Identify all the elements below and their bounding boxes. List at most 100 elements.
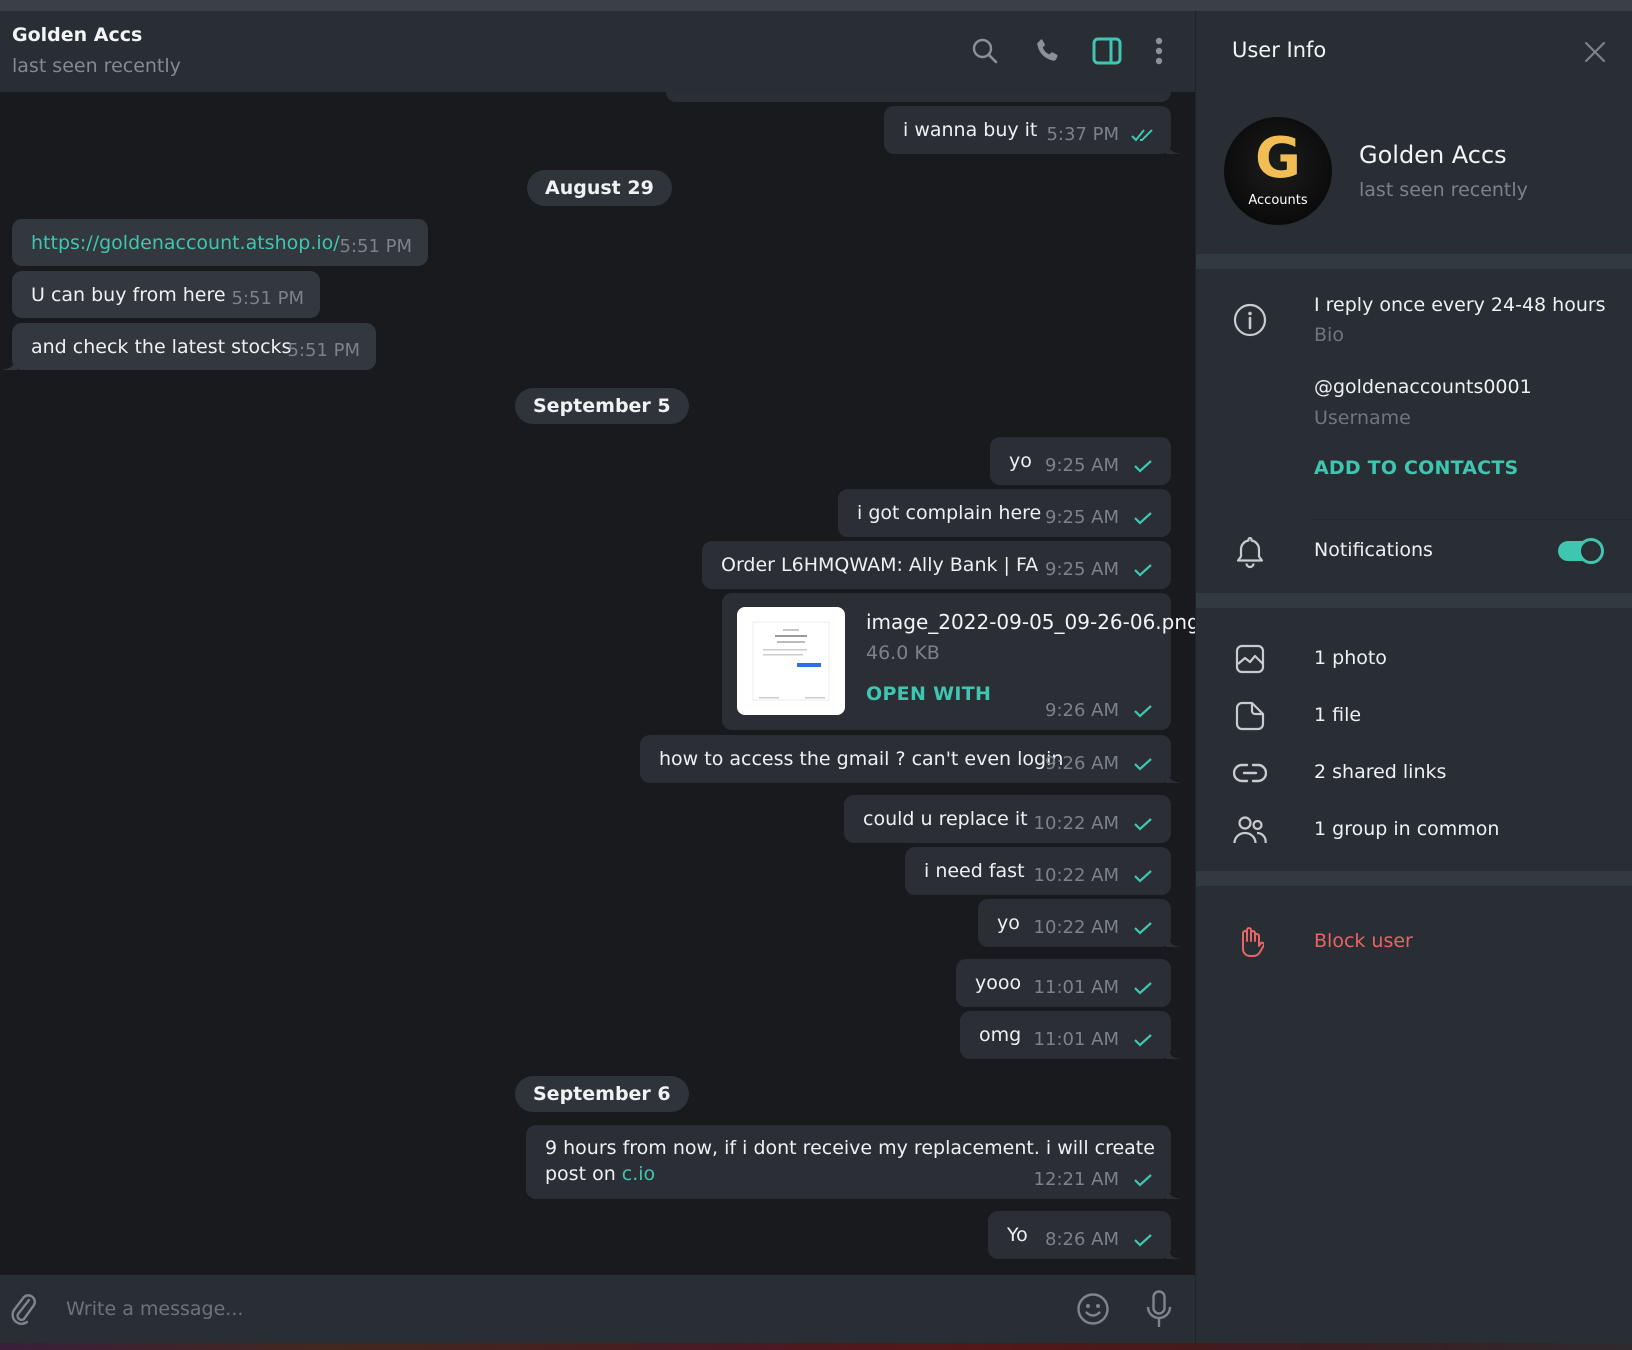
check-icon <box>1134 1234 1152 1247</box>
message-time: 5:37 PM <box>1046 124 1119 145</box>
shared-photos-row[interactable]: 1 photo <box>1196 631 1632 687</box>
avatar[interactable]: G Accounts <box>1224 117 1332 225</box>
message-bubble[interactable]: and check the latest stocks 5:51 PM <box>3 323 376 370</box>
message-bubble[interactable]: yo 10:22 AM <box>978 899 1180 947</box>
message-link[interactable]: https://goldenaccount.atshop.io/ <box>31 230 340 256</box>
attach-button[interactable] <box>6 1291 42 1327</box>
block-user-button[interactable]: Block user <box>1196 914 1632 970</box>
photo-icon <box>1235 644 1265 674</box>
message-time: 10:22 AM <box>1033 917 1119 938</box>
message-text: yo <box>1009 450 1032 472</box>
message-bubble[interactable]: i need fast 10:22 AM <box>905 847 1171 895</box>
message-text: i got complain here <box>857 502 1042 524</box>
notifications-label: Notifications <box>1314 539 1433 561</box>
paperclip-icon <box>11 1294 36 1325</box>
open-with-button[interactable]: OPEN WITH <box>866 681 991 707</box>
chat-title[interactable]: Golden Accs <box>12 24 142 46</box>
message-text: yo <box>997 912 1020 934</box>
double-check-icon <box>1131 129 1153 142</box>
message-text: how to access the gmail ? can't even log… <box>659 748 1064 770</box>
message-bubble-partial <box>666 92 1171 102</box>
user-info-panel: User Info G Accounts Golden Accs last se… <box>1195 11 1632 1343</box>
avatar-caption: Accounts <box>1248 193 1308 208</box>
users-icon <box>1233 816 1267 844</box>
toggle-info-panel-button[interactable] <box>1090 34 1124 68</box>
chat-pane: Golden Accs last seen recently i wanna b… <box>0 11 1195 1343</box>
message-bubble[interactable]: yo 9:25 AM <box>990 437 1171 485</box>
close-icon <box>1584 41 1606 63</box>
message-bubble[interactable]: how to access the gmail ? can't even log… <box>640 735 1180 783</box>
message-time: 12:21 AM <box>1033 1169 1119 1190</box>
file-icon-wrap <box>1232 698 1268 734</box>
call-button[interactable] <box>1030 34 1064 68</box>
bell-icon-wrap <box>1232 534 1268 570</box>
message-list[interactable]: i wanna buy it 5:37 PM August 29 https:/… <box>0 92 1195 1275</box>
close-panel-button[interactable] <box>1580 37 1610 67</box>
message-time: 9:25 AM <box>1045 559 1119 580</box>
message-bubble[interactable]: could u replace it 10:22 AM <box>844 795 1171 843</box>
link-icon-wrap <box>1232 755 1268 791</box>
avatar-letter: G <box>1255 126 1301 191</box>
file-message-bubble[interactable]: image_2022-09-05_09-26-06.png 46.0 KB OP… <box>722 593 1195 730</box>
message-text: i wanna buy it <box>903 119 1038 141</box>
toggle-knob <box>1578 538 1604 564</box>
message-bubble[interactable]: U can buy from here 5:51 PM <box>12 271 320 318</box>
date-separator: September 5 <box>515 388 689 424</box>
shared-files-label: 1 file <box>1314 704 1362 726</box>
message-time: 11:01 AM <box>1033 1029 1119 1050</box>
voice-message-button[interactable] <box>1141 1290 1177 1327</box>
shared-photos-label: 1 photo <box>1314 647 1387 669</box>
profile-status: last seen recently <box>1359 179 1528 201</box>
groups-in-common-label: 1 group in common <box>1314 818 1500 840</box>
check-icon <box>1134 870 1152 883</box>
profile-name: Golden Accs <box>1359 141 1507 169</box>
file-thumbnail[interactable] <box>737 607 845 715</box>
section-divider <box>1196 871 1632 886</box>
message-text: and check the latest stocks <box>31 336 292 358</box>
check-icon <box>1134 922 1152 935</box>
shared-links-row[interactable]: 2 shared links <box>1196 745 1632 801</box>
file-icon <box>1235 701 1265 731</box>
notifications-toggle[interactable] <box>1558 538 1604 564</box>
message-bubble[interactable]: Yo 8:26 AM <box>988 1211 1180 1259</box>
message-link[interactable]: c.io <box>622 1163 655 1185</box>
message-time: 10:22 AM <box>1033 813 1119 834</box>
message-bubble[interactable]: Order L6HMQWAM: Ally Bank | FA 9:25 AM <box>702 541 1171 589</box>
message-composer <box>0 1275 1195 1343</box>
message-time: 5:51 PM <box>339 236 412 257</box>
check-icon <box>1134 818 1152 831</box>
check-icon <box>1134 982 1152 995</box>
image-preview-icon <box>752 621 830 701</box>
message-time: 5:51 PM <box>287 340 360 361</box>
message-bubble[interactable]: i got complain here 9:25 AM <box>838 489 1171 537</box>
check-icon <box>1134 758 1152 771</box>
message-bubble[interactable]: omg 11:01 AM <box>960 1011 1180 1059</box>
message-bubble[interactable]: yooo 11:01 AM <box>956 959 1171 1007</box>
message-time: 9:26 AM <box>1045 700 1119 721</box>
message-text: i need fast <box>924 860 1025 882</box>
check-icon <box>1134 460 1152 473</box>
hand-stop-icon <box>1242 927 1264 958</box>
username-text[interactable]: @goldenaccounts0001 <box>1314 376 1532 398</box>
shared-files-row[interactable]: 1 file <box>1196 688 1632 744</box>
message-text: Order L6HMQWAM: Ally Bank | FA <box>721 554 1039 576</box>
microphone-icon <box>1146 1290 1172 1327</box>
more-options-button[interactable] <box>1142 34 1176 68</box>
message-input[interactable] <box>66 1293 1046 1325</box>
section-divider <box>1196 254 1632 269</box>
bio-text[interactable]: I reply once every 24-48 hours <box>1314 294 1606 316</box>
message-time: 8:26 AM <box>1045 1229 1119 1250</box>
groups-icon-wrap <box>1232 812 1268 848</box>
message-text: could u replace it <box>863 808 1028 830</box>
message-bubble[interactable]: 9 hours from now, if i dont receive my r… <box>526 1125 1180 1199</box>
more-vertical-icon <box>1155 37 1163 65</box>
message-bubble[interactable]: https://goldenaccount.atshop.io/ 5:51 PM <box>12 219 428 266</box>
message-time: 5:51 PM <box>231 288 304 309</box>
emoji-button[interactable] <box>1075 1291 1111 1327</box>
groups-in-common-row[interactable]: 1 group in common <box>1196 802 1632 858</box>
add-to-contacts-button[interactable]: ADD TO CONTACTS <box>1314 457 1518 479</box>
search-button[interactable] <box>968 34 1002 68</box>
message-time: 10:22 AM <box>1033 865 1119 886</box>
message-bubble[interactable]: i wanna buy it 5:37 PM <box>884 106 1180 154</box>
username-label: Username <box>1314 407 1411 429</box>
